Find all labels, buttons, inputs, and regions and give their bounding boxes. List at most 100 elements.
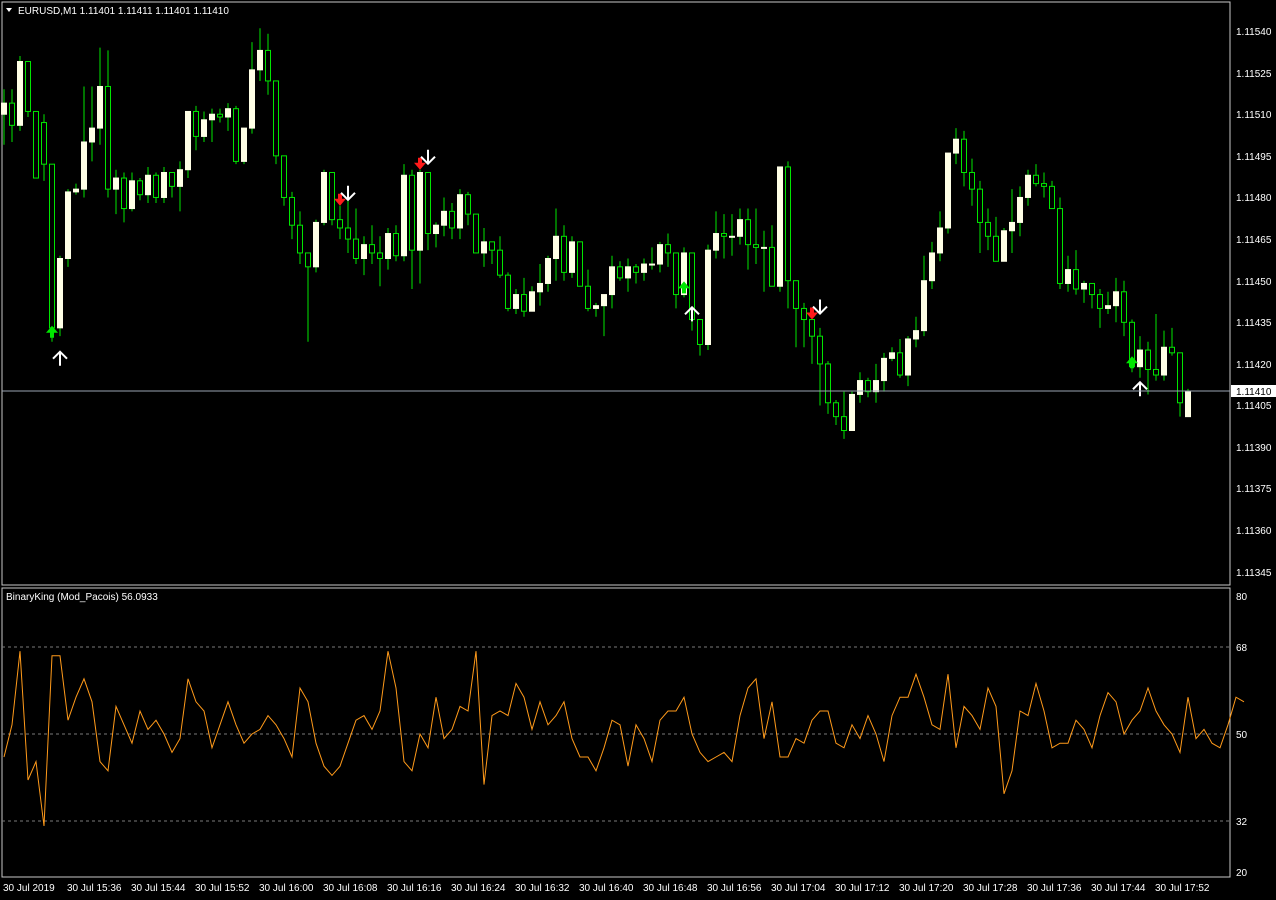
candle-body — [801, 307, 807, 321]
mt4-chart[interactable]: EURUSD,M1 1.11401 1.11411 1.11401 1.1141… — [0, 0, 1276, 900]
candle-body — [1065, 269, 1071, 284]
candle-body — [169, 171, 175, 187]
candle-body — [377, 252, 383, 259]
candle-body — [817, 335, 823, 365]
candle-body — [457, 194, 463, 229]
symbol-header: EURUSD,M1 1.11401 1.11411 1.11401 1.1141… — [18, 6, 229, 17]
candle-body — [305, 252, 311, 268]
candle-body — [569, 241, 575, 273]
candle — [505, 272, 511, 312]
candle-body — [321, 171, 327, 223]
candle-body — [401, 174, 407, 257]
time-label: 30 Jul 16:56 — [707, 883, 762, 894]
price-tick: 1.11420 — [1236, 360, 1272, 371]
candle — [329, 171, 335, 226]
candle-body — [161, 171, 167, 198]
candle-body — [673, 252, 679, 296]
candle-body — [145, 174, 151, 196]
price-tick: 1.11510 — [1236, 110, 1272, 121]
candle-body — [113, 177, 119, 190]
candle-body — [409, 174, 415, 251]
level-tick: 80 — [1236, 592, 1248, 603]
candle-body — [617, 266, 623, 279]
candle-body — [657, 244, 663, 265]
price-tick: 1.11375 — [1236, 484, 1272, 495]
candle-body — [329, 171, 335, 221]
time-label: 30 Jul 16:16 — [387, 883, 442, 894]
candle-body — [353, 238, 359, 259]
level-tick: 32 — [1236, 817, 1248, 828]
candle-body — [641, 263, 647, 273]
candle-body — [121, 177, 127, 210]
price-tick: 1.11540 — [1236, 27, 1272, 38]
candle-body — [977, 188, 983, 223]
candle — [49, 163, 55, 342]
time-label: 30 Jul 16:24 — [451, 883, 506, 894]
candle-body — [297, 224, 303, 254]
main-header: EURUSD,M1 1.11401 1.11411 1.11401 1.1141… — [6, 6, 229, 17]
candle-body — [209, 113, 215, 121]
candle-body — [9, 102, 15, 126]
candle-body — [561, 235, 567, 273]
candle-body — [217, 113, 223, 118]
candle-body — [1113, 291, 1119, 307]
candle-body — [825, 363, 831, 404]
candle — [57, 255, 63, 337]
time-label: 30 Jul 17:12 — [835, 883, 890, 894]
candle-body — [1, 102, 7, 115]
candle-body — [41, 122, 47, 165]
time-label: 30 Jul 16:48 — [643, 883, 698, 894]
candle-body — [665, 244, 671, 254]
candle-body — [153, 174, 159, 198]
candle-body — [625, 266, 631, 279]
candle — [577, 241, 583, 287]
candle-body — [889, 352, 895, 359]
level-tick: 68 — [1236, 643, 1248, 654]
candle-body — [729, 235, 735, 238]
indicator-header: BinaryKing (Mod_Pacois) 56.0933 — [6, 592, 158, 603]
candle-body — [449, 210, 455, 229]
candle-body — [753, 244, 759, 248]
candle — [1057, 197, 1063, 290]
candle-body — [969, 171, 975, 190]
candle-body — [25, 61, 31, 112]
candle-body — [521, 294, 527, 312]
candle-body — [705, 249, 711, 346]
candle-body — [65, 191, 71, 259]
candle-body — [313, 221, 319, 268]
time-label: 30 Jul 15:36 — [67, 883, 122, 894]
candle-body — [497, 249, 503, 276]
candle — [473, 213, 479, 254]
candle-body — [1057, 208, 1063, 284]
candle-body — [233, 108, 239, 162]
candle — [233, 105, 239, 165]
current-price-label: 1.11410 — [1236, 387, 1272, 398]
candle — [313, 219, 319, 273]
candle-body — [241, 127, 247, 162]
candle-body — [1049, 185, 1055, 210]
candle-body — [1089, 282, 1095, 296]
candle-body — [833, 402, 839, 418]
candle-body — [1161, 346, 1167, 376]
candle-body — [865, 380, 871, 393]
candle-body — [97, 85, 103, 129]
candle-body — [89, 127, 95, 143]
price-tick: 1.11495 — [1236, 152, 1272, 163]
candle-body — [1097, 294, 1103, 309]
candle — [65, 189, 71, 267]
candle-body — [441, 210, 447, 226]
candle-body — [1001, 230, 1007, 262]
candle-body — [545, 257, 551, 284]
time-label: 30 Jul 15:52 — [195, 883, 250, 894]
candle-body — [281, 155, 287, 198]
candle — [241, 127, 247, 165]
candle-body — [417, 171, 423, 251]
candle-body — [1033, 174, 1039, 185]
time-label: 30 Jul 17:44 — [1091, 883, 1146, 894]
candle-body — [745, 219, 751, 246]
candle — [33, 110, 39, 179]
candle-body — [225, 108, 231, 118]
time-label: 30 Jul 15:44 — [131, 883, 186, 894]
candle-body — [593, 305, 599, 309]
candle-body — [433, 224, 439, 235]
